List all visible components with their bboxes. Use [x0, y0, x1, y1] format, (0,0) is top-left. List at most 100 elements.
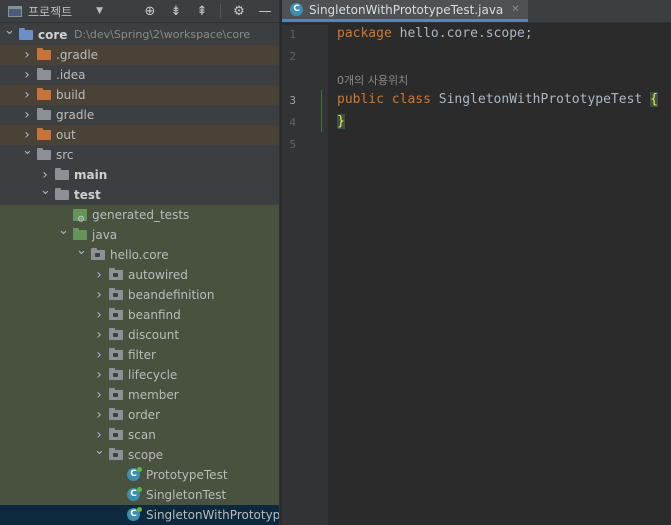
- package-icon: [109, 348, 123, 360]
- chevron-down-icon[interactable]: ⌄: [76, 241, 87, 261]
- locate-icon[interactable]: ⊕: [142, 3, 158, 19]
- tree-item-java[interactable]: ⌄ java: [0, 223, 279, 245]
- generated-folder-icon: [73, 209, 87, 230]
- tree-item-lifecycle[interactable]: › lifecycle: [0, 365, 279, 385]
- tree-item-src[interactable]: ⌄ src: [0, 143, 279, 165]
- folder-icon: [37, 68, 51, 80]
- tree-item-label: test: [74, 188, 101, 202]
- tree-item-beandefinition[interactable]: › beandefinition: [0, 285, 279, 305]
- package-icon: [109, 368, 123, 380]
- code-line: }: [337, 114, 345, 129]
- code-area[interactable]: package hello.core.scope; 0개의 사용위치 publi…: [337, 25, 658, 129]
- chevron-right-icon[interactable]: ›: [94, 325, 104, 345]
- package-icon: [91, 248, 105, 260]
- tree-item-label: .idea: [56, 68, 86, 82]
- chevron-down-icon[interactable]: ▼: [96, 6, 103, 16]
- module-path: D:\dev\Spring\2\workspace\core: [74, 28, 251, 41]
- tree-item-singletonwithprototypetest[interactable]: C SingletonWithPrototypeTest: [0, 505, 279, 525]
- tree-item-build[interactable]: › build: [0, 85, 279, 105]
- tree-item-label: filter: [128, 348, 156, 362]
- package-icon: [109, 308, 123, 320]
- tree-item-label: scan: [128, 428, 156, 442]
- tab-label: SingletonWithPrototypeTest.java: [309, 2, 504, 17]
- project-panel: 프로젝트 ▼ ⊕ ⇟ ⇞ ⚙ — ⌄ core D:\dev\Spring\2\wo…: [0, 0, 279, 525]
- line-number: 1: [289, 28, 296, 41]
- tree-item-beanfind[interactable]: › beanfind: [0, 305, 279, 325]
- chevron-down-icon[interactable]: ⌄: [40, 181, 51, 201]
- excluded-folder-icon: [37, 128, 51, 140]
- test-source-folder-icon: [73, 228, 87, 240]
- chevron-down-icon[interactable]: ⌄: [22, 141, 33, 161]
- tree-item-discount[interactable]: › discount: [0, 325, 279, 345]
- test-class-icon: C: [127, 467, 142, 481]
- tree-item-label: gradle: [56, 108, 95, 122]
- tree-item-core[interactable]: ⌄ core D:\dev\Spring\2\workspace\core: [0, 23, 279, 45]
- tree-item-label: SingletonWithPrototypeTest: [146, 508, 279, 522]
- tree-item-label: build: [56, 88, 86, 102]
- chevron-right-icon[interactable]: ›: [22, 45, 32, 65]
- class-file-icon: C: [290, 3, 303, 16]
- code-editor: C SingletonWithPrototypeTest.java ✕ 1 2 …: [282, 0, 671, 525]
- code-line: package hello.core.scope;: [337, 26, 533, 41]
- line-number: 3: [289, 94, 296, 107]
- tree-item-label: member: [128, 388, 179, 402]
- tree-item-scope[interactable]: ⌄ scope: [0, 443, 279, 465]
- tree-item-label: scope: [128, 448, 164, 462]
- tree-item-label: src: [56, 148, 74, 162]
- tree-item-order[interactable]: › order: [0, 405, 279, 425]
- tree-item-label: autowired: [128, 268, 188, 282]
- collapse-all-icon[interactable]: ⇞: [194, 3, 210, 19]
- tree-item-prototypetest[interactable]: C PrototypeTest: [0, 465, 279, 485]
- tree-item-gradle[interactable]: › .gradle: [0, 45, 279, 65]
- tree-item-out[interactable]: › out: [0, 125, 279, 145]
- test-class-icon: C: [127, 487, 142, 501]
- close-icon[interactable]: ✕: [511, 4, 519, 15]
- module-folder-icon: [19, 28, 33, 40]
- editor-tab[interactable]: C SingletonWithPrototypeTest.java ✕: [282, 0, 528, 22]
- tree-item-label: beanfind: [128, 308, 181, 322]
- chevron-right-icon[interactable]: ›: [94, 345, 104, 365]
- usage-hint[interactable]: 0개의 사용위치: [337, 72, 408, 88]
- tree-item-label: main: [74, 168, 108, 182]
- chevron-down-icon[interactable]: ⌄: [58, 221, 69, 241]
- code-line: public class SingletonWithPrototypeTest …: [337, 92, 658, 107]
- tree-item-label: out: [56, 128, 76, 142]
- line-number: 5: [289, 138, 296, 151]
- package-icon: [109, 448, 123, 460]
- package-icon: [109, 408, 123, 420]
- project-icon: [8, 5, 22, 17]
- tree-item-gradle[interactable]: › gradle: [0, 105, 279, 125]
- chevron-right-icon[interactable]: ›: [94, 385, 104, 405]
- tree-item-scan[interactable]: › scan: [0, 425, 279, 445]
- tree-item-label: order: [128, 408, 160, 422]
- chevron-right-icon[interactable]: ›: [22, 105, 32, 125]
- tree-item-label: beandefinition: [128, 288, 215, 302]
- tree-item-idea[interactable]: › .idea: [0, 65, 279, 85]
- settings-icon[interactable]: ⚙: [231, 3, 247, 19]
- chevron-down-icon[interactable]: ⌄: [94, 441, 105, 461]
- tree-item-filter[interactable]: › filter: [0, 345, 279, 365]
- tree-item-autowired[interactable]: › autowired: [0, 265, 279, 285]
- tree-item-hello-core[interactable]: ⌄ hello.core: [0, 243, 279, 265]
- chevron-right-icon[interactable]: ›: [22, 65, 32, 85]
- tree-item-label: core: [38, 28, 68, 42]
- chevron-down-icon[interactable]: ⌄: [4, 21, 15, 41]
- package-icon: [109, 328, 123, 340]
- tree-item-member[interactable]: › member: [0, 385, 279, 405]
- chevron-right-icon[interactable]: ›: [94, 285, 104, 305]
- chevron-right-icon[interactable]: ›: [94, 305, 104, 325]
- chevron-right-icon[interactable]: ›: [22, 85, 32, 105]
- line-number: 2: [289, 50, 296, 63]
- tree-item-singletontest[interactable]: C SingletonTest: [0, 485, 279, 505]
- project-view-selector[interactable]: 프로젝트 ▼: [8, 3, 103, 20]
- expand-all-icon[interactable]: ⇟: [168, 3, 184, 19]
- project-view-title: 프로젝트: [28, 4, 73, 19]
- chevron-right-icon[interactable]: ›: [94, 365, 104, 385]
- tree-item-generated-tests[interactable]: generated_tests: [0, 205, 279, 230]
- chevron-right-icon[interactable]: ›: [94, 405, 104, 425]
- tree-item-test[interactable]: ⌄ test: [0, 183, 279, 205]
- tree-item-label: SingletonTest: [146, 488, 227, 502]
- minimize-icon[interactable]: —: [257, 3, 273, 19]
- tree-item-label: lifecycle: [128, 368, 178, 382]
- chevron-right-icon[interactable]: ›: [94, 265, 104, 285]
